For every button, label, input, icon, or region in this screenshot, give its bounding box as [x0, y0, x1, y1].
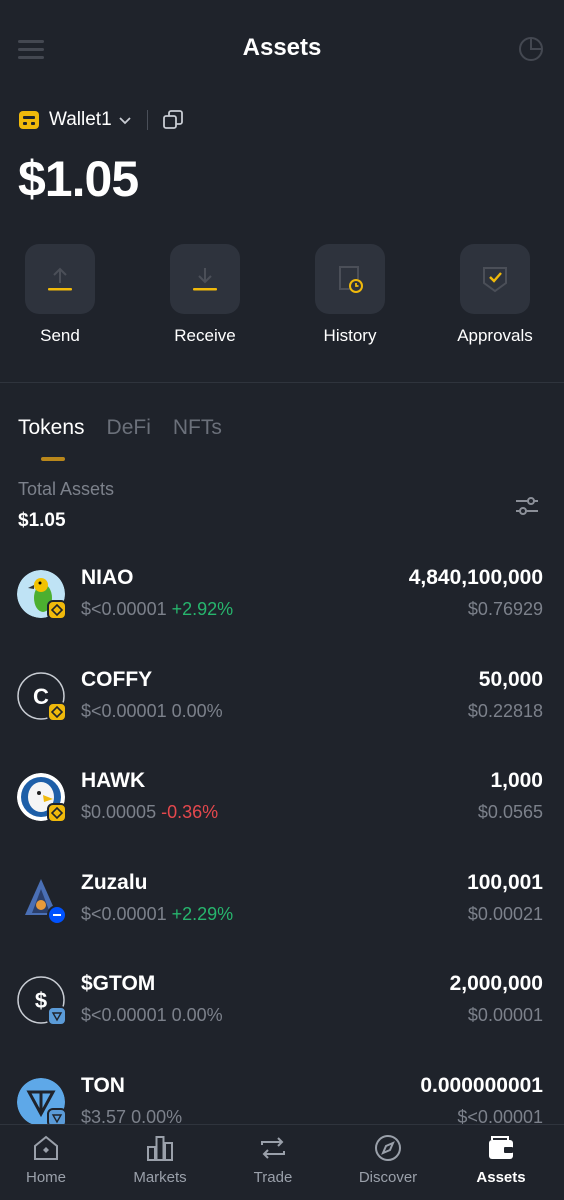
token-amount: 2,000,000 — [449, 972, 543, 995]
token-amount: 4,840,100,000 — [408, 566, 543, 589]
token-name: COFFY — [81, 667, 153, 691]
token-amount: 100,001 — [467, 870, 543, 894]
wallet-icon — [489, 1136, 513, 1159]
page-title: Assets — [242, 34, 322, 61]
wallet-icon — [19, 111, 39, 129]
token-name: HAWK — [81, 769, 146, 792]
ton-chain-icon — [47, 1006, 67, 1026]
token-row-gtom[interactable]: $ $GTOM $<0.00001 0.00% 2,000,000 $0.000… — [0, 964, 564, 1066]
token-price: $<0.00001 +2.29% — [81, 904, 233, 925]
tab-tokens[interactable]: Tokens — [18, 416, 85, 440]
send-label: Send — [40, 326, 80, 345]
action-bar: Send Receive History Approvals — [0, 244, 564, 354]
asset-tabs: Tokens DeFi NFTs — [18, 416, 222, 440]
nav-trade[interactable]: Trade — [217, 1133, 329, 1186]
token-price: $<0.00001 0.00% — [81, 1005, 223, 1026]
tab-defi[interactable]: DeFi — [107, 416, 151, 440]
token-name: NIAO — [81, 566, 134, 589]
chevron-down-icon — [119, 117, 131, 125]
token-value: $0.76929 — [467, 599, 543, 619]
token-name: $GTOM — [81, 972, 156, 995]
token-amount: 0.000000001 — [420, 1073, 543, 1097]
token-price-value: $<0.00001 — [81, 599, 167, 619]
token-price-value: $<0.00001 — [81, 903, 167, 924]
token-value: $0.00021 — [467, 903, 543, 924]
total-assets-label: Total Assets — [18, 479, 115, 499]
token-change: +2.92% — [171, 599, 234, 619]
wallet-selector[interactable]: Wallet1 — [18, 104, 184, 136]
nav-assets-label: Assets — [476, 1169, 526, 1186]
token-change: 0.00% — [171, 700, 223, 721]
tab-nfts[interactable]: NFTs — [173, 416, 222, 440]
wallet-balance: $1.05 — [18, 151, 139, 207]
approvals-button-bg — [460, 244, 530, 314]
token-value: $0.0565 — [477, 802, 543, 822]
token-name: TON — [81, 1073, 125, 1097]
history-button[interactable]: History — [295, 244, 405, 346]
divider — [0, 382, 564, 383]
bottom-nav: Home Markets Trade Discover Assets — [0, 1124, 564, 1200]
header: Assets — [0, 0, 564, 100]
receive-button-bg — [170, 244, 240, 314]
swap-icon — [261, 1137, 285, 1159]
bnb-chain-icon — [47, 600, 67, 620]
bar-chart-icon — [147, 1136, 173, 1161]
token-price: $<0.00001 +2.92% — [81, 599, 233, 620]
copy-icon[interactable] — [162, 109, 184, 131]
wallet-name: Wallet1 — [49, 109, 112, 130]
total-assets-value: $1.05 — [18, 510, 66, 531]
svg-text:$: $ — [35, 988, 47, 1013]
token-price-value: $<0.00001 — [81, 700, 167, 721]
bnb-chain-icon — [47, 803, 67, 823]
send-button-bg — [25, 244, 95, 314]
nav-home[interactable]: Home — [0, 1133, 102, 1186]
receive-label: Receive — [174, 326, 236, 345]
history-icon — [339, 266, 363, 293]
token-price: $0.00005 -0.36% — [81, 802, 218, 823]
nav-discover[interactable]: Discover — [332, 1133, 444, 1186]
approvals-label: Approvals — [457, 326, 533, 345]
base-chain-icon — [47, 904, 67, 925]
token-row-hawk[interactable]: HAWK $0.00005 -0.36% 1,000 $0.0565 — [0, 761, 564, 863]
approvals-icon — [483, 267, 507, 293]
send-button[interactable]: Send — [5, 244, 115, 346]
nav-markets[interactable]: Markets — [104, 1133, 216, 1186]
token-price: $<0.00001 0.00% — [81, 701, 223, 722]
approvals-button[interactable]: Approvals — [440, 244, 550, 346]
token-change: -0.36% — [161, 802, 219, 822]
token-change: 0.00% — [171, 1005, 223, 1025]
tab-indicator — [41, 457, 65, 461]
token-value: $0.00001 — [467, 1005, 543, 1025]
history-label: History — [323, 326, 377, 345]
token-price-value: $<0.00001 — [81, 1005, 167, 1025]
nav-markets-label: Markets — [133, 1169, 187, 1186]
token-amount: 1,000 — [490, 769, 543, 792]
filter-icon[interactable] — [514, 494, 540, 518]
history-button-bg — [315, 244, 385, 314]
nav-discover-label: Discover — [358, 1169, 418, 1186]
token-price-value: $0.00005 — [81, 802, 157, 822]
token-name: Zuzalu — [81, 870, 148, 894]
token-list: NIAO $<0.00001 +2.92% 4,840,100,000 $0.7… — [0, 558, 564, 1167]
nav-home-label: Home — [25, 1169, 66, 1186]
token-value: $0.22818 — [467, 700, 543, 721]
nav-trade-label: Trade — [253, 1169, 293, 1186]
token-row-zuzalu[interactable]: Zuzalu $<0.00001 +2.29% 100,001 $0.00021 — [0, 863, 564, 965]
pie-chart-icon[interactable] — [518, 36, 544, 62]
divider — [146, 110, 148, 130]
send-icon — [48, 267, 72, 291]
nav-assets[interactable]: Assets — [445, 1133, 557, 1186]
token-amount: 50,000 — [478, 667, 543, 691]
bnb-chain-icon — [47, 701, 67, 722]
token-row-niao[interactable]: NIAO $<0.00001 +2.92% 4,840,100,000 $0.7… — [0, 558, 564, 660]
token-row-coffy[interactable]: C COFFY $<0.00001 0.00% 50,000 $0.22818 — [0, 660, 564, 762]
receive-icon — [193, 268, 217, 291]
home-icon — [34, 1135, 58, 1160]
token-change: +2.29% — [171, 903, 234, 924]
receive-button[interactable]: Receive — [150, 244, 260, 346]
compass-icon — [375, 1135, 401, 1161]
